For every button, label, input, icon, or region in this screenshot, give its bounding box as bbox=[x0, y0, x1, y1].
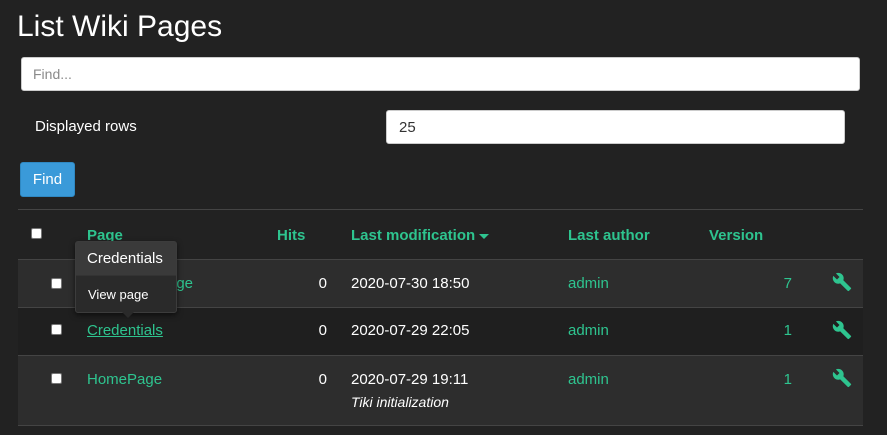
displayed-rows-label: Displayed rows bbox=[35, 118, 137, 135]
row-checkbox[interactable] bbox=[51, 373, 62, 384]
popover-title: Credentials bbox=[76, 242, 176, 276]
column-header-version[interactable]: Version bbox=[709, 227, 763, 244]
row-checkbox[interactable] bbox=[51, 278, 62, 289]
wrench-icon[interactable] bbox=[832, 272, 852, 292]
table-row: HomePage 0 2020-07-29 19:11 Tiki initial… bbox=[18, 356, 863, 426]
version-link[interactable]: 1 bbox=[762, 322, 792, 339]
page-popover: Credentials View page bbox=[75, 241, 177, 318]
hits-value: 0 bbox=[318, 371, 327, 388]
popover-view-page-link[interactable]: View page bbox=[88, 287, 148, 302]
wrench-icon[interactable] bbox=[832, 320, 852, 340]
hits-value: 0 bbox=[318, 275, 327, 292]
displayed-rows-input[interactable] bbox=[386, 110, 845, 144]
find-button[interactable]: Find bbox=[20, 162, 75, 197]
popover-arrow bbox=[122, 312, 134, 318]
row-checkbox[interactable] bbox=[51, 324, 62, 335]
version-link[interactable]: 1 bbox=[762, 371, 792, 388]
author-link[interactable]: admin bbox=[568, 322, 609, 339]
column-header-last-modification[interactable]: Last modification bbox=[351, 227, 490, 244]
author-link[interactable]: admin bbox=[568, 371, 609, 388]
last-modification-value: 2020-07-29 22:05 bbox=[351, 322, 470, 339]
last-modification-value: 2020-07-30 18:50 bbox=[351, 275, 470, 292]
search-input[interactable] bbox=[21, 57, 860, 91]
column-header-last-modification-label: Last modification bbox=[351, 227, 476, 244]
page-description: Tiki initialization bbox=[351, 394, 449, 410]
version-link[interactable]: 7 bbox=[762, 275, 792, 292]
page-link[interactable]: Credentials bbox=[87, 322, 163, 339]
caret-down-icon bbox=[479, 233, 490, 239]
author-link[interactable]: admin bbox=[568, 275, 609, 292]
page-title: List Wiki Pages bbox=[17, 10, 223, 43]
last-modification-value: 2020-07-29 19:11 bbox=[351, 371, 469, 388]
page-link[interactable]: HomePage bbox=[87, 371, 162, 388]
wrench-icon[interactable] bbox=[832, 368, 852, 388]
select-all-checkbox[interactable] bbox=[31, 228, 42, 239]
hits-value: 0 bbox=[318, 322, 327, 339]
column-header-last-author[interactable]: Last author bbox=[568, 227, 650, 244]
table-row: Credentials 0 2020-07-29 22:05 admin 1 bbox=[18, 308, 863, 356]
column-header-hits[interactable]: Hits bbox=[277, 227, 305, 244]
